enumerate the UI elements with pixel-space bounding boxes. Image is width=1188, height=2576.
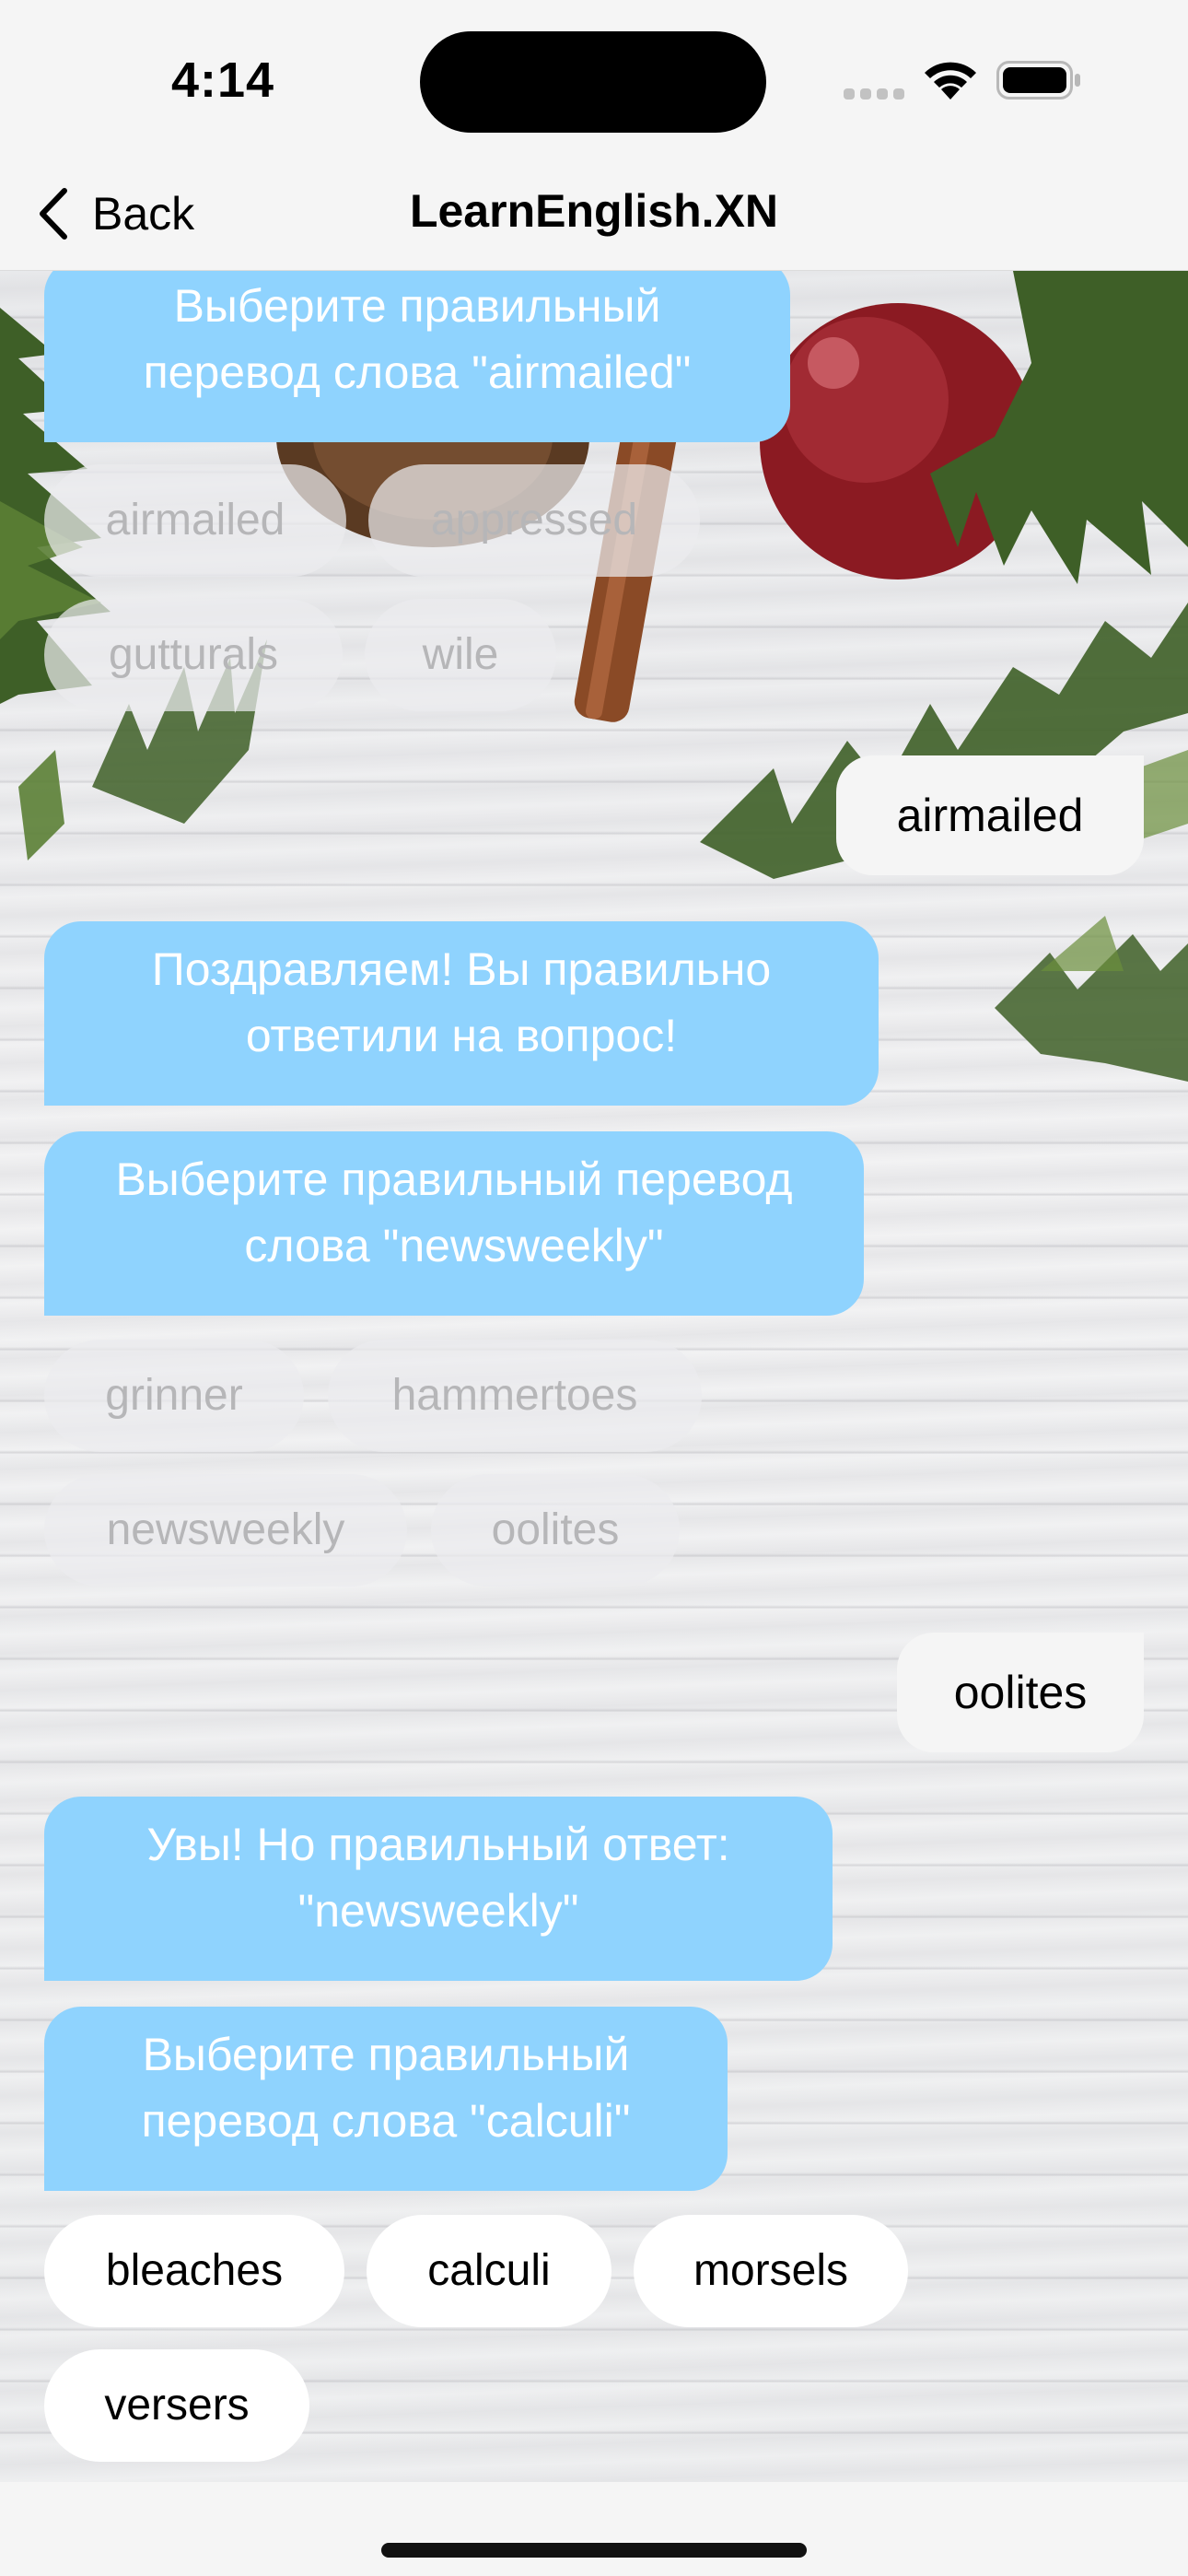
dynamic-island bbox=[420, 31, 766, 133]
answer-option-button[interactable]: wile bbox=[365, 599, 556, 711]
home-indicator-area bbox=[0, 2482, 1188, 2576]
answer-option-button[interactable]: morsels bbox=[634, 2215, 908, 2327]
answer-option-button[interactable]: gutturals bbox=[44, 599, 343, 711]
answer-option-button[interactable]: bleaches bbox=[44, 2215, 344, 2327]
answer-option-button[interactable]: calculi bbox=[367, 2215, 611, 2327]
status-time: 4:14 bbox=[171, 53, 275, 108]
answer-option-button[interactable]: airmailed bbox=[44, 464, 346, 577]
answer-option-button[interactable]: oolites bbox=[431, 1474, 680, 1587]
answer-option-button[interactable]: grinner bbox=[44, 1340, 304, 1452]
bot-message-feedback: Увы! Но правильный ответ: "newsweekly" bbox=[44, 1797, 833, 1981]
user-message-answer: oolites bbox=[897, 1633, 1144, 1752]
navigation-bar: Back LearnEnglish.XN bbox=[0, 157, 1188, 271]
bot-message-question: Выберите правильный перевод слова "calcu… bbox=[44, 2007, 728, 2191]
chat-area[interactable]: Выберите правильный перевод слова "airma… bbox=[0, 271, 1188, 2482]
answer-option-button[interactable]: newsweekly bbox=[44, 1474, 407, 1587]
bot-message-question: Выберите правильный перевод слова "newsw… bbox=[44, 1131, 864, 1316]
cellular-signal-icon bbox=[844, 77, 904, 100]
answer-option-button[interactable]: appressed bbox=[368, 464, 700, 577]
bot-message-question: Выберите правильный перевод слова "airma… bbox=[44, 271, 790, 442]
page-title: LearnEnglish.XN bbox=[409, 185, 779, 237]
home-indicator[interactable] bbox=[381, 2543, 807, 2558]
bot-message-feedback: Поздравляем! Вы правильно ответили на во… bbox=[44, 921, 879, 1106]
answer-option-button[interactable]: hammertoes bbox=[328, 1340, 702, 1452]
battery-icon bbox=[996, 61, 1080, 100]
answer-option-button[interactable]: versers bbox=[44, 2349, 309, 2462]
chat-screen: 4:14 Back LearnEnglish.XN Выберите прави… bbox=[0, 0, 1188, 2576]
wifi-icon bbox=[925, 62, 976, 100]
user-message-answer: airmailed bbox=[836, 755, 1144, 875]
status-bar: 4:14 bbox=[0, 0, 1188, 157]
